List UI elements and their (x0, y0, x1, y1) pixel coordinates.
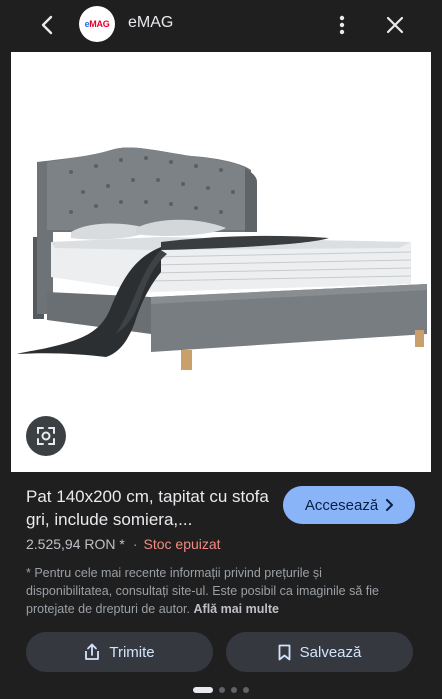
more-vert-icon[interactable] (329, 12, 355, 38)
carousel-dot-active[interactable] (193, 687, 213, 693)
bookmark-icon (278, 644, 291, 660)
price: 2.525,94 RON * (26, 536, 125, 552)
product-image[interactable] (11, 52, 431, 472)
carousel-indicator (193, 686, 249, 694)
price-row: 2.525,94 RON * · Stoc epuizat (26, 536, 221, 552)
visit-button[interactable]: Accesează (283, 486, 415, 524)
product-title[interactable]: Pat 140x200 cm, tapitat cu stofa gri, in… (26, 485, 271, 531)
carousel-dot[interactable] (219, 687, 225, 693)
bed-illustration (17, 147, 427, 370)
visit-button-label: Accesează (304, 496, 379, 514)
disclaimer: * Pentru cele mai recente informații pri… (26, 564, 406, 618)
carousel-dot[interactable] (231, 687, 237, 693)
save-button[interactable]: Salvează (226, 632, 413, 672)
back-arrow-icon[interactable] (34, 12, 60, 38)
share-icon (85, 643, 100, 660)
stock-status: Stoc epuizat (143, 536, 221, 552)
site-logo: eMAG (79, 6, 115, 42)
close-icon[interactable] (382, 12, 408, 38)
logo-letters-mag: MAG (89, 19, 110, 29)
carousel-dot[interactable] (243, 687, 249, 693)
share-button[interactable]: Trimite (26, 632, 213, 672)
chevron-right-icon (386, 499, 394, 511)
site-name: eMAG (128, 14, 174, 31)
save-label: Salvează (299, 643, 362, 661)
share-label: Trimite (109, 643, 155, 661)
learn-more-link[interactable]: Află mai multe (194, 602, 279, 616)
separator: · (132, 536, 138, 552)
lens-icon[interactable] (26, 416, 66, 456)
top-bar: eMAG eMAG (0, 0, 442, 50)
